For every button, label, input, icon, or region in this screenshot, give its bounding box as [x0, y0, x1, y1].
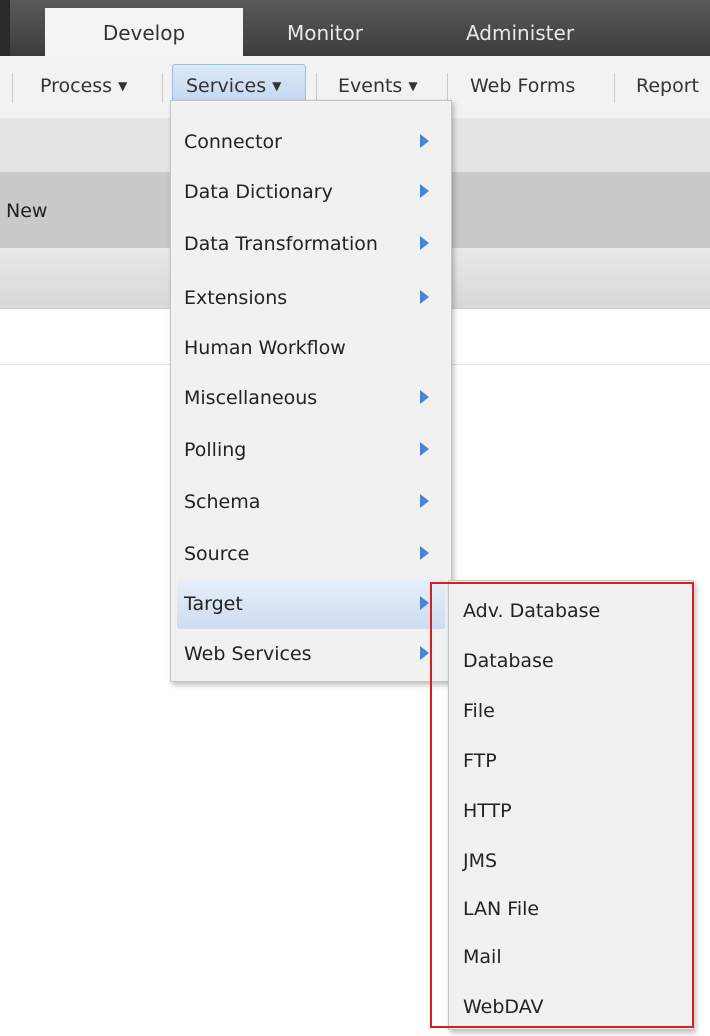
dropdown-item-data-dictionary[interactable]: Data Dictionary: [177, 167, 445, 217]
tab-monitor[interactable]: Monitor: [240, 8, 410, 56]
submenu-arrow-icon: [420, 236, 429, 250]
submenu-arrow-icon: [420, 546, 429, 560]
menu-separator: [12, 73, 13, 103]
caret-down-icon: ▼: [272, 79, 282, 93]
dropdown-item-web-services[interactable]: Web Services: [177, 629, 445, 679]
dropdown-item-label: Source: [184, 543, 250, 565]
dropdown-item-extensions[interactable]: Extensions: [177, 273, 445, 323]
submenu-arrow-icon: [420, 390, 429, 404]
menu-events-label: Events: [338, 75, 403, 97]
dropdown-item-label: Data Dictionary: [184, 181, 333, 203]
submenu-arrow-icon: [420, 134, 429, 148]
submenu-arrow-icon: [420, 646, 429, 660]
dropdown-item-source[interactable]: Source: [177, 529, 445, 579]
dropdown-item-label: Miscellaneous: [184, 387, 318, 409]
caret-down-icon: ▼: [408, 79, 418, 93]
menu-separator: [316, 73, 317, 103]
submenu-arrow-icon: [420, 290, 429, 304]
menu-web-forms[interactable]: Web Forms: [470, 64, 575, 108]
dropdown-item-polling[interactable]: Polling: [177, 425, 445, 475]
menu-process[interactable]: Process ▼: [40, 64, 127, 108]
dropdown-item-human-workflow[interactable]: Human Workflow: [177, 323, 445, 373]
submenu-arrow-icon: [420, 596, 429, 610]
dropdown-item-label: Human Workflow: [184, 337, 346, 359]
menu-reports[interactable]: Report: [636, 64, 699, 108]
dropdown-item-label: Schema: [184, 491, 261, 513]
submenu-arrow-icon: [420, 184, 429, 198]
dropdown-item-label: Web Services: [184, 643, 312, 665]
dropdown-item-miscellaneous[interactable]: Miscellaneous: [177, 373, 445, 423]
dropdown-item-schema[interactable]: Schema: [177, 477, 445, 527]
submenu-arrow-icon: [420, 442, 429, 456]
tab-administer[interactable]: Administer: [420, 8, 620, 56]
dropdown-item-connector[interactable]: Connector: [177, 117, 445, 167]
dropdown-item-target[interactable]: Target: [177, 579, 445, 629]
highlight-box: [430, 582, 694, 1028]
menu-process-label: Process: [40, 75, 113, 97]
menu-separator: [447, 73, 448, 103]
caret-down-icon: ▼: [118, 79, 128, 93]
tab-develop[interactable]: Develop: [45, 8, 243, 56]
dropdown-item-label: Data Transformation: [184, 233, 378, 255]
menu-separator: [614, 73, 615, 103]
new-button[interactable]: New: [6, 200, 47, 222]
menu-separator: [162, 73, 163, 103]
services-dropdown-menu: Connector Data Dictionary Data Transform…: [170, 100, 452, 682]
dropdown-item-label: Target: [184, 593, 243, 615]
submenu-arrow-icon: [420, 494, 429, 508]
dropdown-item-label: Polling: [184, 439, 247, 461]
menu-services-label: Services: [186, 75, 267, 97]
dropdown-item-label: Extensions: [184, 287, 288, 309]
dropdown-item-data-transformation[interactable]: Data Transformation: [177, 219, 445, 269]
dropdown-item-label: Connector: [184, 131, 282, 153]
top-tab-bar: Develop Monitor Administer: [0, 0, 710, 56]
